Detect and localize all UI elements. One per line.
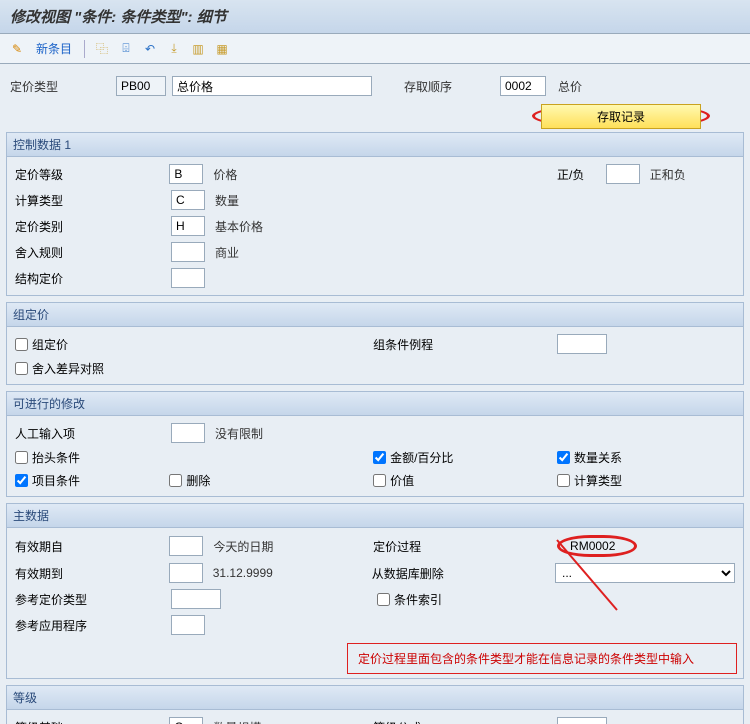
var-round-diff-label: 舍入差异对照 [32,360,104,377]
toolbar: ✎ 新条目 ⿻ ⌹ ↶ ⤓ ▥ ▦ [0,34,750,64]
manual-entries-label: 人工输入项 [15,425,75,442]
pricing-proc-label: 定价过程 [373,538,421,555]
manual-entries-code[interactable] [171,423,205,443]
valid-from-code[interactable] [169,536,203,556]
export-icon[interactable]: ⤓ [165,40,183,58]
header-cond-label: 抬头条件 [32,449,80,466]
cond-cat-label: 定价类别 [15,218,63,235]
window-title: 修改视图 "条件: 条件类型": 细节 [0,0,750,34]
access-seq-label: 存取顺序 [404,78,494,95]
struct-code[interactable] [171,268,205,288]
cond-index-label: 条件索引 [394,591,442,608]
body-area: 定价类型 存取顺序 总价 存取记录 控制数据 1 定价等级 价格 [0,64,750,724]
folder-icon[interactable]: ▥ [189,40,207,58]
sign-label: 正/负 [557,166,584,183]
item-cond-checkbox[interactable] [15,474,28,487]
cond-index-checkbox[interactable] [377,593,390,606]
calc-type-label2: 计算类型 [574,472,622,489]
struct-label: 结构定价 [15,270,63,287]
delete-checkbox[interactable] [169,474,182,487]
cond-cat-code[interactable] [171,216,205,236]
group-changes-header: 可进行的修改 [7,392,743,416]
calc-type-checkbox[interactable] [557,474,570,487]
scale-basis-label: 等级基础 [15,719,63,724]
pricing-proc-field[interactable] [566,536,628,556]
rounding-code[interactable] [171,242,205,262]
item-cond-label: 项目条件 [32,472,80,489]
ref-cond-type-field[interactable] [171,589,221,609]
amount-percent-checkbox[interactable] [373,451,386,464]
group-scales: 等级 等级基础 数量规模 等级公式 检查值 没有 计量单位 [6,685,744,724]
delete-from-db-select[interactable]: ... [555,563,735,583]
group-pricing-checkbox[interactable] [15,338,28,351]
highlight-access-records: 存取记录 [532,104,710,128]
sign-field[interactable] [606,164,640,184]
group-group-pricing: 组定价 组定价 组条件例程 舍入差异对照 [6,302,744,385]
group-changes: 可进行的修改 人工输入项 没有限制 抬头条件 金额/百分比 数量关系 项目条件 … [6,391,744,497]
save-icon[interactable]: ⌹ [117,40,135,58]
delete-from-db-label: 从数据库删除 [372,565,444,582]
group-master-header: 主数据 [7,504,743,528]
separator [84,40,85,58]
calc-type-desc: 数量 [209,192,245,209]
scale-basis-desc: 数量规模 [207,719,267,724]
cond-class-label: 定价等级 [15,166,63,183]
qty-relation-label: 数量关系 [574,449,622,466]
access-seq-code[interactable] [500,76,546,96]
group-master-data: 主数据 有效期自 今天的日期 定价过程 有效期到 31.12.9999 从数据库… [6,503,744,679]
annotation-note: 定价过程里面包含的条件类型才能在信息记录的条件类型中输入 [347,643,737,674]
value-label: 价值 [390,472,414,489]
group-cond-routine-label: 组条件例程 [373,336,433,353]
valid-to-code[interactable] [169,563,203,583]
scale-formula-field[interactable] [557,717,607,724]
group-scales-header: 等级 [7,686,743,710]
amount-percent-label: 金额/百分比 [390,449,453,466]
ref-app-label: 参考应用程序 [15,617,87,634]
scale-basis-code[interactable] [169,717,203,724]
ref-app-field[interactable] [171,615,205,635]
new-entries-link[interactable]: 新条目 [32,38,76,59]
rounding-desc: 商业 [209,244,245,261]
copy-icon[interactable]: ⿻ [93,40,111,58]
cond-cat-desc: 基本价格 [209,218,269,235]
access-records-button[interactable]: 存取记录 [541,104,701,129]
valid-to-label: 有效期到 [15,565,63,582]
header-cond-checkbox[interactable] [15,451,28,464]
manual-entries-desc: 没有限制 [209,425,269,442]
edit-icon[interactable]: ✎ [8,40,26,58]
group-cond-routine-field[interactable] [557,334,607,354]
sign-desc: 正和负 [644,166,692,183]
scale-formula-label: 等级公式 [373,719,421,724]
delete-label: 删除 [186,472,210,489]
cond-type-label: 定价类型 [10,78,110,95]
ref-cond-type-label: 参考定价类型 [15,591,87,608]
valid-to-val: 31.12.9999 [207,566,279,580]
qty-relation-checkbox[interactable] [557,451,570,464]
cond-class-code[interactable] [169,164,203,184]
group-control-data: 控制数据 1 定价等级 价格 正/负 正和负 计算类型 数量 定价类别 基本价格 [6,132,744,296]
group-group-header: 组定价 [7,303,743,327]
undo-icon[interactable]: ↶ [141,40,159,58]
rounding-label: 舍入规则 [15,244,63,261]
cond-type-desc[interactable] [172,76,372,96]
table-icon[interactable]: ▦ [213,40,231,58]
cond-type-code[interactable] [116,76,166,96]
var-round-diff-checkbox[interactable] [15,362,28,375]
valid-from-desc: 今天的日期 [207,538,279,555]
group-control-header: 控制数据 1 [7,133,743,157]
calc-type-label: 计算类型 [15,192,63,209]
value-checkbox[interactable] [373,474,386,487]
calc-type-code[interactable] [171,190,205,210]
access-seq-desc: 总价 [552,78,588,95]
highlight-pricing-proc [557,535,637,557]
group-pricing-label: 组定价 [32,336,68,353]
valid-from-label: 有效期自 [15,538,63,555]
cond-class-desc: 价格 [207,166,243,183]
